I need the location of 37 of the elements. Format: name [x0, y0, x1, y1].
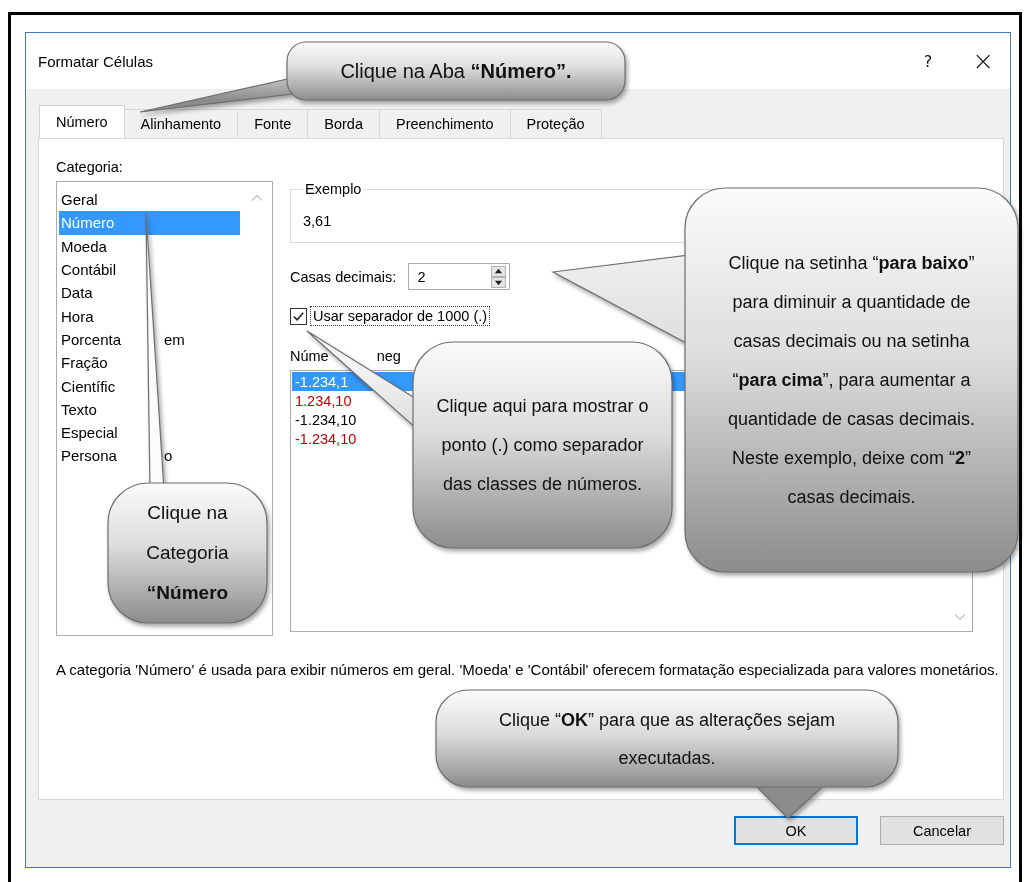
checkbox[interactable]: [290, 307, 307, 325]
callout-tooltip: Clique “OK” para que as alterações sejam executadas.: [436, 690, 898, 818]
list-item[interactable]: Contábil: [59, 258, 119, 282]
tab[interactable]: Número: [39, 105, 125, 138]
list-item[interactable]: -1.234,10: [292, 411, 360, 428]
list-item[interactable]: 1.234,10: [292, 392, 355, 409]
close-button[interactable]: ×: [962, 44, 1004, 78]
list-item[interactable]: Geral: [59, 188, 100, 212]
list-item[interactable]: Persona: [59, 444, 164, 468]
list-item[interactable]: Moeda: [59, 234, 109, 258]
spin-up-icon[interactable]: [490, 265, 508, 277]
list-item[interactable]: Porcenta: [59, 327, 164, 351]
description-text: A categoria 'Número' é usada para exibir números em geral. 'Moeda' e 'Contábil' oferecem formatação especializada para valores monetários.: [56, 660, 1000, 679]
list-item[interactable]: Hora: [59, 304, 96, 328]
list-item[interactable]: Texto: [59, 397, 99, 421]
decimals-label: Casas decimais:: [290, 268, 397, 285]
list-label-fragment: neg: [376, 348, 401, 364]
list-item-fragment: o: [164, 447, 173, 465]
window-title: Formatar Células: [38, 52, 154, 70]
dialog-button[interactable]: Cancelar: [880, 816, 1004, 845]
list-item[interactable]: Científic: [59, 374, 118, 398]
checkbox-label[interactable]: Usar separador de 1000 (.): [310, 306, 491, 326]
help-button[interactable]: ?: [913, 49, 943, 73]
spin-down-icon[interactable]: [490, 276, 508, 288]
list-item[interactable]: -1.234,10: [292, 430, 360, 447]
decimals-spinner[interactable]: 2: [408, 263, 511, 290]
tab[interactable]: Proteção: [509, 109, 602, 138]
list-item[interactable]: Data: [59, 281, 95, 305]
sample-legend: Exemplo: [303, 181, 364, 197]
list-item[interactable]: Fração: [59, 351, 110, 375]
list-item-fragment: em: [164, 330, 185, 348]
category-label: Categoria:: [56, 159, 124, 175]
list-item[interactable]: Especial: [59, 421, 120, 445]
tab[interactable]: Alinhamento: [123, 109, 239, 138]
sample-value: 3,61: [303, 213, 332, 229]
list-label-fragment: Núme: [290, 348, 329, 364]
dialog-button[interactable]: OK: [734, 816, 858, 845]
